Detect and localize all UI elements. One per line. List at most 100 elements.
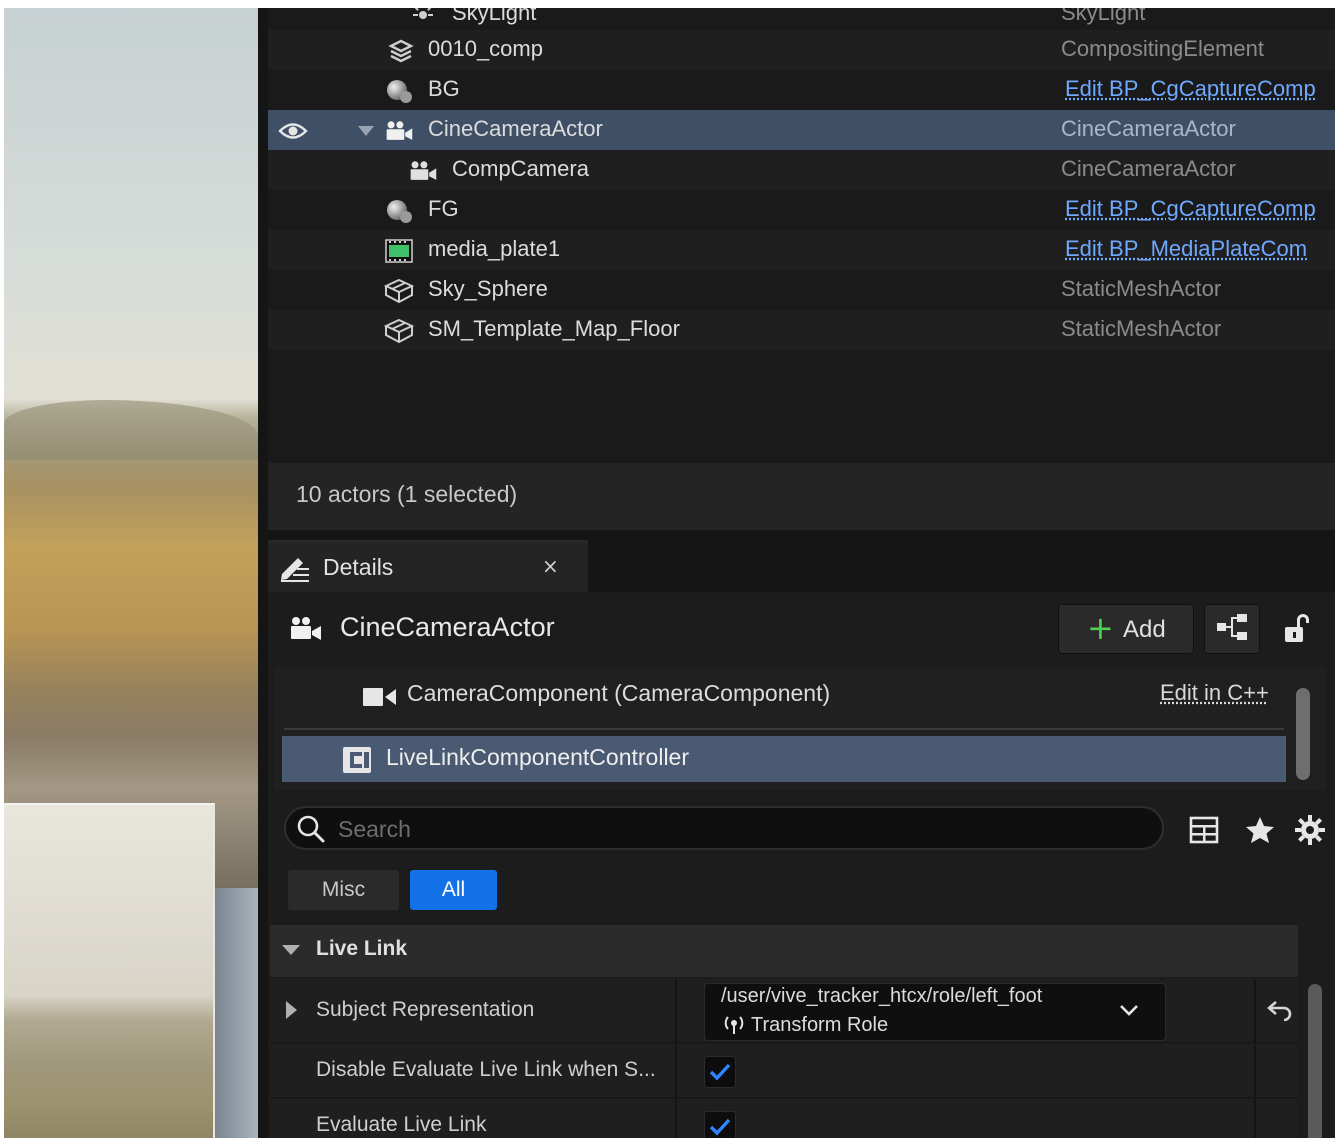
actor-name-title: CineCameraActor [340,612,555,642]
static-mesh-icon [384,318,414,344]
livelink-controller-label: LiveLinkComponentController [386,744,689,770]
outliner-row-type: CineCameraActor [1061,116,1236,141]
cine-camera-icon [384,119,414,143]
plus-icon: + [1087,609,1114,647]
outliner-row-0010-comp[interactable]: 0010_comp CompositingElement [268,30,1335,70]
viewport-inset-side [215,888,258,1138]
outliner-row-sky-sphere[interactable]: Sky_Sphere StaticMeshActor [268,270,1335,310]
property-label: Disable Evaluate Live Link when S... [316,1058,656,1081]
outliner-row-name: CompCamera [452,156,589,181]
details-pencil-icon [278,552,312,586]
cine-camera-icon [288,616,324,646]
property-label: Subject Representation [316,998,535,1021]
eye-icon[interactable] [278,120,308,146]
layers-icon [386,39,416,63]
edit-in-cpp-link[interactable]: Edit in C++ [1160,680,1269,706]
viewport-inset-image [4,803,215,1138]
outliner-row-sm-template-map-floor[interactable]: SM_Template_Map_Floor StaticMeshActor [268,310,1335,350]
editor-panel: SkyLight SkyLight 0010_comp CompositingE… [258,8,1335,1138]
property-label: Evaluate Live Link [316,1113,487,1136]
outliner-row-cinecameraactor[interactable]: CineCameraActor CineCameraActor [268,110,1335,150]
outliner-row-name: SkyLight [452,8,537,25]
skylight-icon [408,8,438,27]
collapse-arrow-icon [282,945,300,955]
table-view-icon[interactable] [1188,814,1220,846]
outliner-row-type: StaticMeshActor [1061,276,1222,301]
outliner-row-name: SM_Template_Map_Floor [428,316,680,341]
details-search-box[interactable] [284,806,1164,850]
viewport-hill [4,400,258,460]
details-body: CineCameraActor + Add CameraComponent (C… [268,592,1335,1138]
filter-misc-button[interactable]: Misc [288,870,399,910]
world-outliner: SkyLight SkyLight 0010_comp CompositingE… [268,8,1335,530]
outliner-row-type: CineCameraActor [1061,156,1236,181]
add-button-label: Add [1123,616,1166,643]
cine-camera-icon [408,159,438,183]
property-evaluate-live-link: Evaluate Live Link [270,1099,1298,1138]
expand-arrow-icon[interactable] [286,1001,297,1019]
outliner-row-name: BG [428,76,460,101]
blueprint-button[interactable] [1204,604,1260,654]
evaluate-checkbox[interactable] [704,1111,736,1138]
column-divider [675,979,677,1042]
outliner-row-name: media_plate1 [428,236,561,261]
subject-dropdown[interactable]: /user/vive_tracker_htcx/role/left_foot T… [704,983,1166,1041]
broadcast-icon [723,1014,745,1040]
sphere-icon [384,199,414,223]
unlock-icon [1283,612,1313,648]
outliner-row-edit-link[interactable]: Edit BP_MediaPlateCom [1065,236,1307,262]
outliner-row-compcamera[interactable]: CompCamera CineCameraActor [268,150,1335,190]
sphere-icon [384,79,414,103]
category-label: Live Link [316,937,408,960]
collapse-arrow-icon[interactable] [358,126,374,136]
favorite-star-icon[interactable] [1244,814,1276,846]
reset-to-default-icon[interactable] [1266,997,1294,1025]
search-input[interactable] [338,812,1138,846]
tab-details-label: Details [323,554,394,580]
cpp-component-icon [342,746,372,778]
blueprint-icon [1215,613,1249,645]
settings-gear-icon[interactable] [1294,814,1326,846]
subject-path-value: /user/vive_tracker_htcx/role/left_foot [721,985,1043,1007]
outliner-row-name: CineCameraActor [428,116,603,141]
outliner-row-type: CompositingElement [1061,36,1264,61]
category-live-link[interactable]: Live Link [270,925,1298,977]
details-panel: Details × CineCameraActor + Add CameraCo… [268,540,1335,1138]
level-viewport[interactable] [4,8,258,1138]
outliner-row-bg[interactable]: BG Edit BP_CgCaptureComp [268,70,1335,110]
outliner-row-name: FG [428,196,459,221]
property-disable-evaluate-live-link: Disable Evaluate Live Link when S... [270,1044,1298,1098]
column-divider [1254,979,1256,1042]
chevron-down-icon [1119,1002,1139,1021]
details-scrollbar[interactable] [1308,984,1322,1138]
component-camera-row[interactable]: CameraComponent (CameraComponent) Edit i… [274,668,1294,724]
actor-count-label: 10 actors (1 selected) [296,481,518,507]
outliner-row-type: SkyLight [1061,8,1146,25]
add-component-button[interactable]: + Add [1058,604,1194,654]
column-divider [1254,1099,1256,1138]
component-livelink-row[interactable]: LiveLinkComponentController [282,736,1286,782]
outliner-row-edit-link[interactable]: Edit BP_CgCaptureComp [1065,196,1316,222]
search-icon [296,814,326,848]
column-divider [675,1044,677,1097]
camera-component-icon [362,686,398,712]
media-plate-icon [384,239,414,263]
lock-button[interactable] [1278,610,1318,650]
static-mesh-icon [384,278,414,304]
close-icon[interactable]: × [542,554,559,578]
property-subject-representation: Subject Representation /user/vive_tracke… [270,979,1298,1043]
tab-details[interactable]: Details × [268,540,588,592]
filter-all-button[interactable]: All [410,870,497,910]
outliner-row-media-plate1[interactable]: media_plate1 Edit BP_MediaPlateCom [268,230,1335,270]
disable-evaluate-checkbox[interactable] [704,1056,736,1088]
component-tree-scrollbar[interactable] [1296,688,1310,780]
column-divider [675,1099,677,1138]
outliner-row-fg[interactable]: FG Edit BP_CgCaptureComp [268,190,1335,230]
outliner-row-name: 0010_comp [428,36,543,61]
component-divider [284,728,1284,730]
camera-component-label: CameraComponent (CameraComponent) [407,680,831,706]
outliner-status-bar: 10 actors (1 selected) [268,463,1335,530]
outliner-row-edit-link[interactable]: Edit BP_CgCaptureComp [1065,76,1316,102]
role-value: Transform Role [751,1014,889,1036]
outliner-row-type: StaticMeshActor [1061,316,1222,341]
